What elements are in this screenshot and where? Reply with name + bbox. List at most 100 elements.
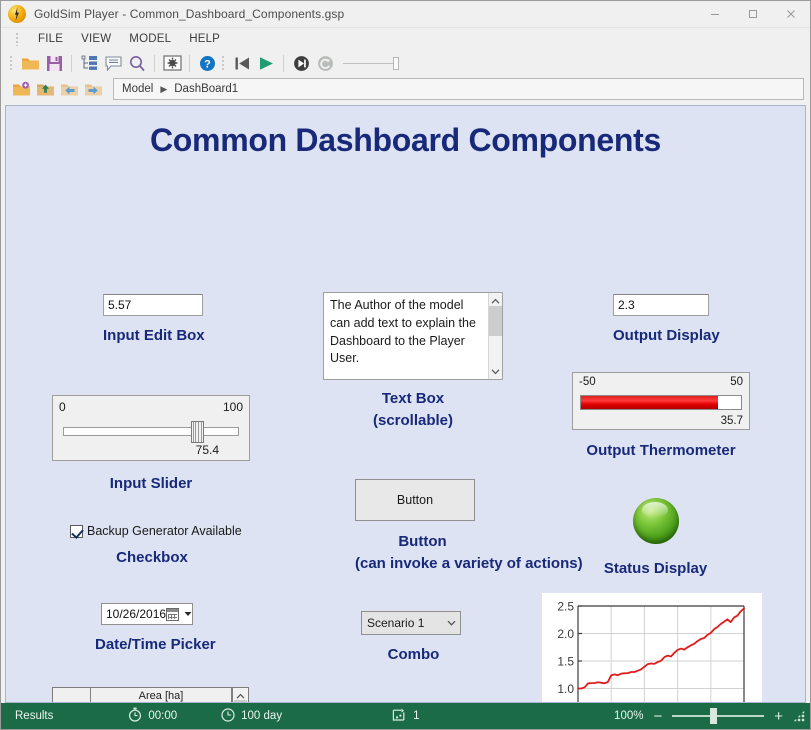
status-duration-value: 100 day: [241, 710, 283, 722]
zoom-slider-thumb[interactable]: [710, 708, 718, 724]
notes-icon[interactable]: [101, 52, 125, 74]
save-icon[interactable]: [42, 52, 66, 74]
window-title: GoldSim Player - Common_Dashboard_Compon…: [34, 7, 345, 21]
thermometer-fill: [581, 396, 719, 409]
minimize-icon[interactable]: [696, 1, 734, 28]
menu-item-view[interactable]: VIEW: [72, 31, 120, 47]
calendar-icon[interactable]: [166, 607, 180, 621]
status-elapsed-time-value: 00:00: [148, 710, 178, 722]
search-icon[interactable]: [125, 52, 149, 74]
dashboard-action-button[interactable]: Button: [355, 479, 475, 521]
zoom-slider-track[interactable]: [672, 708, 765, 724]
output-thermometer: -50 50 35.7: [572, 372, 750, 430]
input-slider[interactable]: 0 100 75.4: [52, 395, 250, 461]
button-caption-line2: (can invoke a variety of actions): [355, 554, 583, 572]
input-grid-scroll-thumb[interactable]: [234, 700, 247, 702]
backup-generator-checkbox-row[interactable]: Backup Generator Available: [70, 524, 242, 538]
output-thermometer-widget: -50 50 35.7 Output Thermometer: [572, 372, 750, 461]
close-icon[interactable]: [772, 1, 810, 28]
breadcrumb-root[interactable]: Model: [122, 83, 153, 95]
input-grid-corner-cell: [53, 688, 91, 702]
go-up-level-icon[interactable]: [33, 78, 57, 100]
input-grid[interactable]: Area [ha] NW 0 NE 0 SE 0: [52, 687, 249, 702]
output-display-caption: Output Display: [613, 327, 720, 344]
menu-item-model[interactable]: MODEL: [120, 31, 180, 47]
result-chart[interactable]: 0.51.01.52.02.5020406080100: [542, 593, 762, 702]
zoom-in-button[interactable]: +: [774, 709, 783, 724]
svg-text:1.0: 1.0: [557, 682, 574, 696]
open-folder-icon[interactable]: [18, 52, 42, 74]
backup-generator-checkbox[interactable]: [70, 524, 83, 538]
status-realizations-value: 1: [413, 710, 420, 722]
toolbar-grip-icon: [9, 55, 13, 71]
svg-text:1.5: 1.5: [557, 655, 574, 669]
date-time-picker-caption: Date/Time Picker: [95, 636, 216, 653]
help-icon[interactable]: ?: [195, 52, 219, 74]
status-display-widget: Status Display: [588, 498, 723, 579]
input-edit-box-caption: Input Edit Box: [103, 327, 205, 344]
page-title: Common Dashboard Components: [149, 122, 662, 158]
run-icon[interactable]: [254, 52, 278, 74]
status-light-icon: [632, 498, 679, 544]
maximize-icon[interactable]: [734, 1, 772, 28]
breadcrumb-separator-icon: ▶: [160, 83, 168, 94]
button-widget: Button Button (can invoke a variety of a…: [355, 479, 583, 574]
scenario-combo[interactable]: Scenario 1: [361, 611, 461, 635]
svg-text:2.0: 2.0: [557, 627, 574, 641]
thermometer-min-label: -50: [579, 376, 596, 388]
zoom-out-button[interactable]: −: [653, 709, 662, 724]
text-box[interactable]: The Author of the model can add text to …: [323, 292, 503, 380]
model-tree-icon[interactable]: [77, 52, 101, 74]
input-slider-widget: 0 100 75.4 Input Slider: [52, 395, 250, 494]
menu-bar: FILE VIEW MODEL HELP: [1, 28, 810, 50]
checkbox-caption: Checkbox: [116, 549, 188, 566]
chevron-down-icon[interactable]: [491, 363, 500, 379]
step-to-end-icon[interactable]: [289, 52, 313, 74]
status-bar: Results 00:00 100 day 1 100% − +: [1, 703, 810, 729]
output-thermometer-caption: Output Thermometer: [586, 442, 736, 459]
input-grid-scrollbar[interactable]: [232, 688, 248, 702]
undo-run-icon[interactable]: [313, 52, 337, 74]
svg-text:?: ?: [204, 58, 211, 70]
chevron-down-icon[interactable]: [442, 620, 460, 626]
speed-slider[interactable]: [343, 56, 399, 70]
menu-item-file[interactable]: FILE: [29, 31, 72, 47]
input-edit-box[interactable]: 5.57: [103, 294, 203, 316]
chevron-down-icon[interactable]: [181, 611, 194, 617]
goldsim-player-window: GoldSim Player - Common_Dashboard_Compon…: [0, 0, 811, 730]
status-elapsed-time: 00:00: [128, 707, 177, 725]
input-edit-box-widget: 5.57 Input Edit Box: [103, 294, 205, 346]
realizations-icon: [392, 708, 407, 725]
window-controls: [696, 1, 810, 28]
text-box-scrollbar[interactable]: [488, 293, 502, 379]
combo-widget: Scenario 1 Combo: [361, 611, 466, 665]
output-display-field: 2.3: [613, 294, 709, 316]
checkbox-widget: Backup Generator Available Checkbox: [70, 524, 242, 568]
thermometer-value: 35.7: [720, 415, 743, 427]
reset-to-start-icon[interactable]: [230, 52, 254, 74]
breadcrumb-current[interactable]: DashBoard1: [174, 83, 238, 95]
breadcrumb[interactable]: Model ▶ DashBoard1: [113, 78, 804, 100]
input-slider-track[interactable]: [63, 427, 239, 436]
input-grid-header-row: Area [ha]: [53, 688, 232, 702]
toolbar-separator-2: [154, 54, 155, 72]
date-time-picker-value: 10/26/2016: [106, 607, 167, 621]
input-grid-body: Area [ha] NW 0 NE 0 SE 0: [53, 688, 232, 702]
speed-slider-knob[interactable]: [393, 56, 399, 70]
forward-icon[interactable]: [81, 78, 105, 100]
result-chart-svg: 0.51.01.52.02.5020406080100: [557, 600, 745, 702]
status-results-label[interactable]: Results: [15, 710, 53, 722]
settings-icon[interactable]: [160, 52, 184, 74]
date-time-picker[interactable]: 10/26/2016: [101, 603, 193, 625]
menu-item-help[interactable]: HELP: [180, 31, 229, 47]
resize-grip-icon[interactable]: [793, 710, 805, 722]
open-container-icon[interactable]: [9, 78, 33, 100]
status-realizations: 1: [392, 708, 419, 725]
button-caption-line1: Button: [398, 533, 447, 550]
text-box-scroll-thumb[interactable]: [489, 306, 502, 336]
input-grid-column-header: Area [ha]: [91, 688, 232, 702]
input-slider-thumb[interactable]: [190, 421, 204, 443]
backup-generator-checkbox-label: Backup Generator Available: [87, 524, 242, 538]
toolbar-separator: [71, 54, 72, 72]
back-icon[interactable]: [57, 78, 81, 100]
